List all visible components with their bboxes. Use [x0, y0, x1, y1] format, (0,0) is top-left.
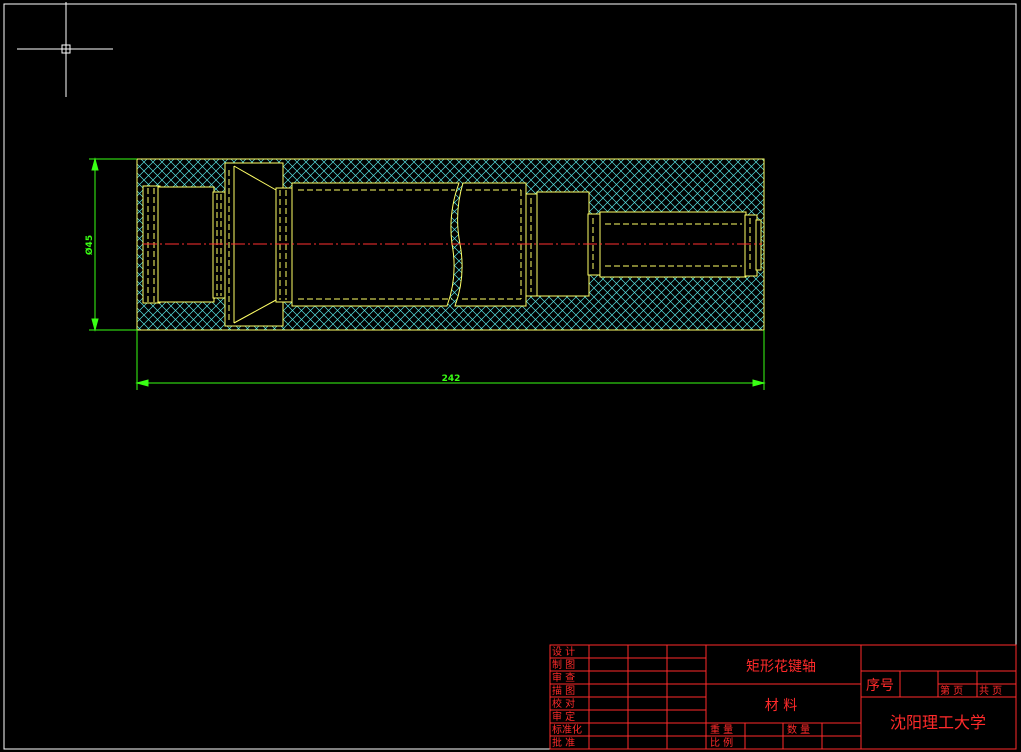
part-name: 矩形花键轴	[746, 659, 816, 675]
quantity-label: 数 量	[787, 723, 810, 736]
role-label: 设 计	[552, 645, 575, 658]
shaft-section-view[interactable]	[136, 158, 765, 331]
weight-label: 重 量	[710, 723, 733, 736]
drawing-border	[3, 3, 1017, 750]
role-label: 审 查	[552, 671, 575, 684]
serial-label: 序号	[866, 678, 894, 694]
role-label: 校 对	[552, 697, 575, 710]
material-label: 材 料	[765, 698, 797, 714]
scale-label: 比 例	[710, 736, 733, 749]
dimension-diameter[interactable]	[89, 157, 137, 332]
role-label: 批 准	[552, 736, 575, 749]
crosshair-cursor-icon	[17, 2, 113, 97]
sheet-label: 第 页	[940, 684, 963, 697]
role-label: 描 图	[552, 684, 575, 697]
role-label: 标准化	[552, 723, 582, 736]
total-label: 共 页	[979, 685, 1002, 697]
cad-drawing-canvas[interactable]: Ø45 242 设 计 制 图 审 查 描 图 校 对 审 定 标准化 批 准 …	[0, 0, 1021, 752]
dimension-length-value: 242	[442, 374, 461, 384]
role-label: 审 定	[552, 710, 575, 723]
school-name: 沈阳理工大学	[890, 713, 986, 732]
role-label: 制 图	[552, 658, 575, 671]
dimension-diameter-value: Ø45	[84, 235, 95, 255]
